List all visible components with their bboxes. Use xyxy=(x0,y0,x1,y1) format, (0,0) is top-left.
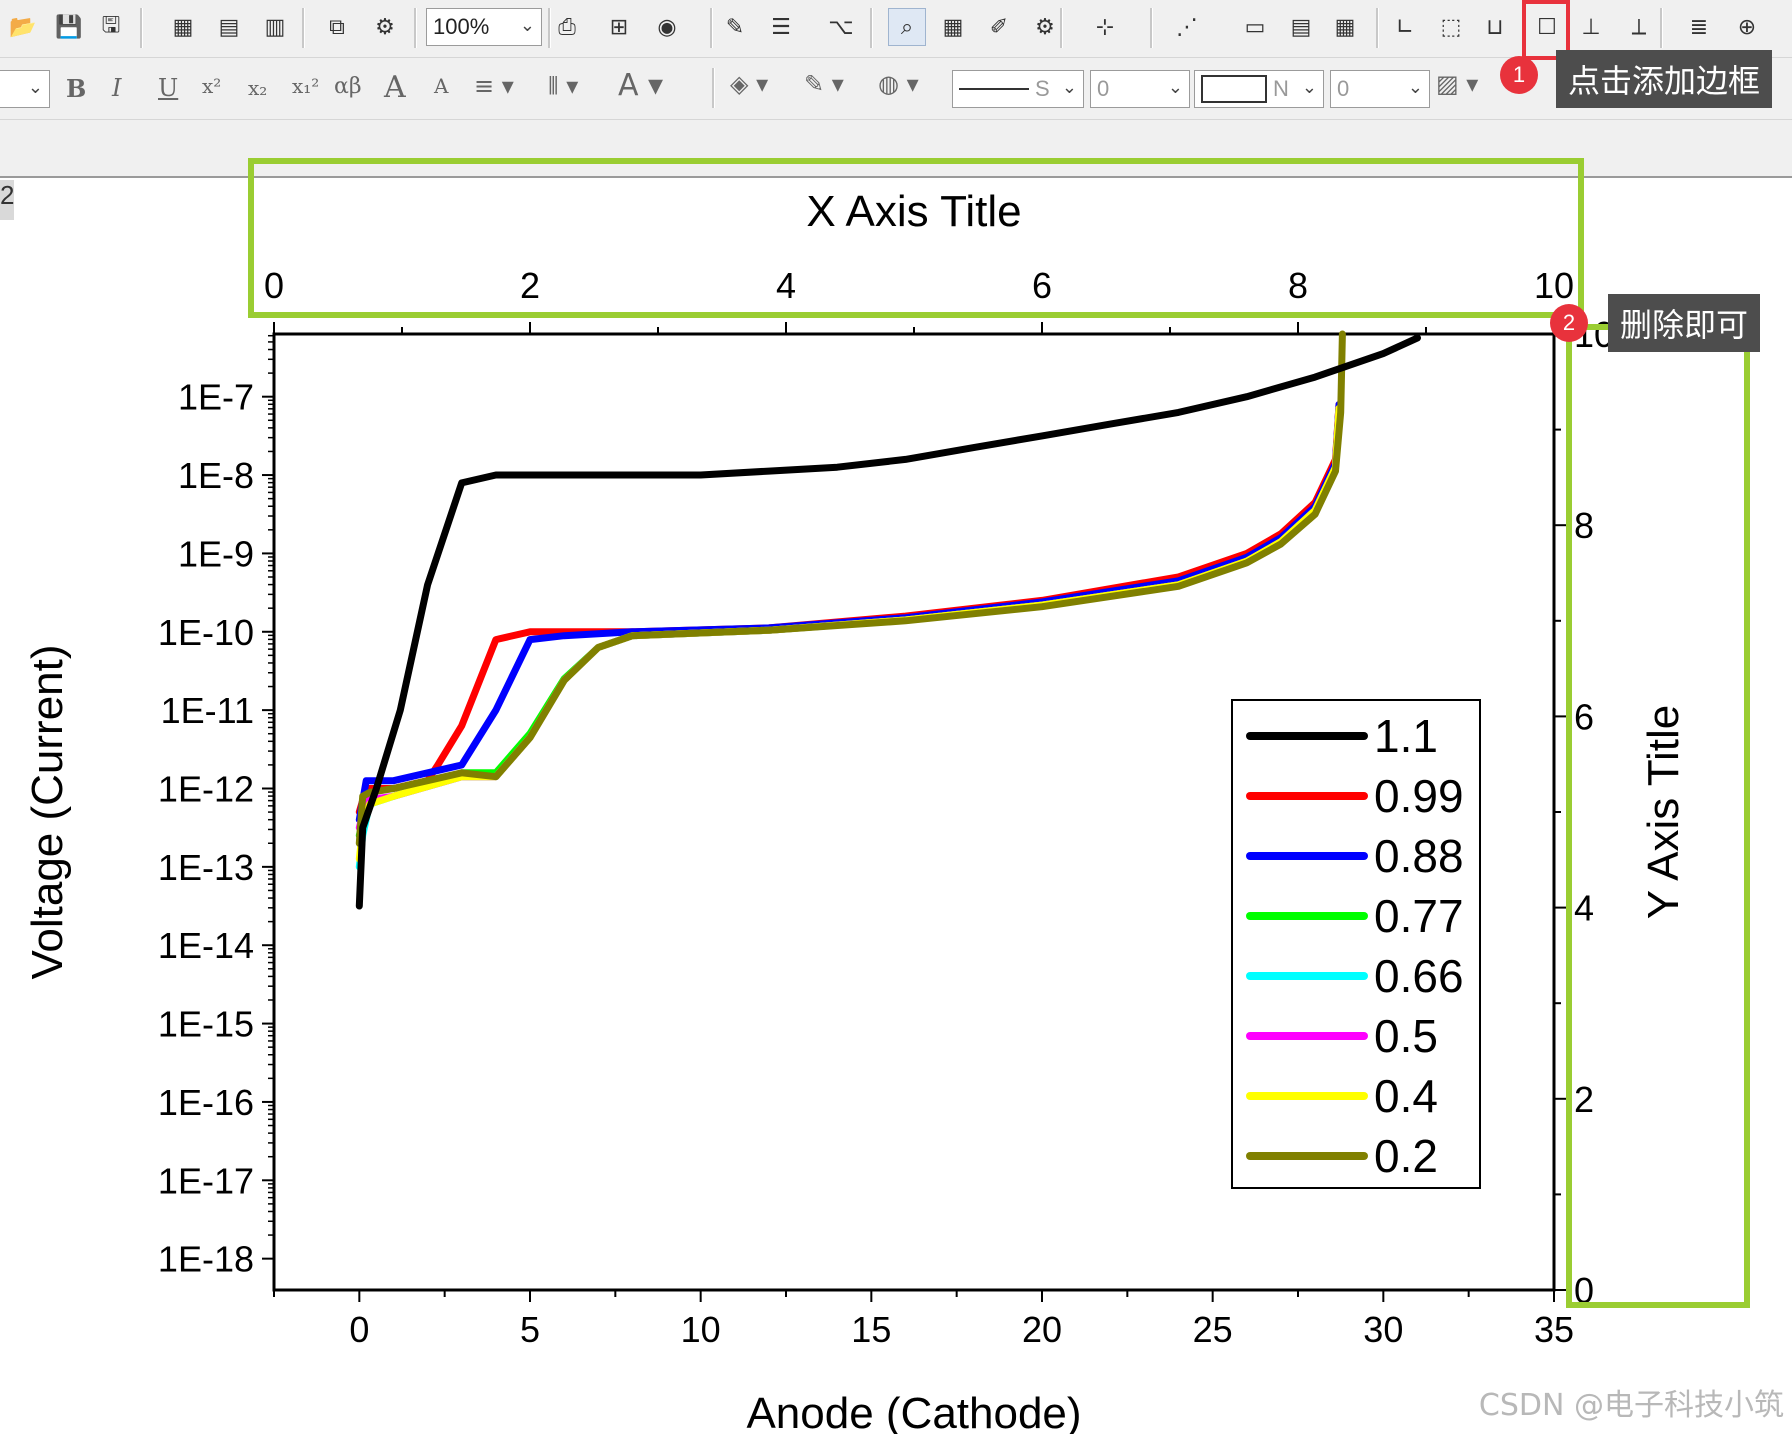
y-tick-label: 1E-9 xyxy=(178,533,254,574)
y-tick-label: 1E-7 xyxy=(178,377,254,418)
step-2-badge: 2 xyxy=(1550,304,1588,342)
y-tick-label: 1E-15 xyxy=(158,1004,254,1045)
x-tick-label: 35 xyxy=(1534,1309,1574,1350)
watermark: CSDN @电子科技小筑 xyxy=(1478,1388,1784,1423)
legend-label: 0.66 xyxy=(1374,950,1464,1002)
tooltip-add-border: 点击添加边框 xyxy=(1556,50,1773,108)
legend-label: 0.5 xyxy=(1374,1010,1438,1062)
x-tick-label: 5 xyxy=(520,1309,540,1350)
x-tick-label: 30 xyxy=(1363,1309,1403,1350)
x-tick-label: 15 xyxy=(851,1309,891,1350)
y-tick-label: 1E-13 xyxy=(158,847,254,888)
top-axis-highlight xyxy=(248,158,1584,318)
y-tick-label: 1E-18 xyxy=(158,1239,254,1280)
y-tick-label: 1E-16 xyxy=(158,1082,254,1123)
legend-label: 0.2 xyxy=(1374,1130,1438,1182)
y-axis-label[interactable]: Voltage (Current) xyxy=(23,644,72,979)
y-tick-label: 1E-10 xyxy=(158,612,254,653)
x-axis-label[interactable]: Anode (Cathode) xyxy=(746,1389,1081,1434)
y-tick-label: 1E-8 xyxy=(178,455,254,496)
x-tick-label: 10 xyxy=(681,1309,721,1350)
x-tick-label: 25 xyxy=(1193,1309,1233,1350)
y-tick-label: 1E-14 xyxy=(158,925,254,966)
legend-label: 0.4 xyxy=(1374,1070,1438,1122)
y-tick-label: 1E-11 xyxy=(161,690,254,731)
legend-label: 0.77 xyxy=(1374,890,1464,942)
tooltip-delete: 删除即可 xyxy=(1608,294,1761,352)
legend[interactable]: 1.1 0.99 0.88 0.77 0.66 0.5 0.4 0.2 xyxy=(1231,699,1481,1189)
left-axis: 1E-7 1E-8 1E-9 1E-10 1E-11 1E-12 1E-13 1E-14 1E-… xyxy=(158,334,274,1280)
legend-label: 1.1 xyxy=(1374,710,1438,762)
y-tick-label: 1E-17 xyxy=(158,1160,254,1201)
x-tick-label: 0 xyxy=(349,1309,369,1350)
step-1-badge: 1 xyxy=(1500,56,1538,94)
legend-label: 0.88 xyxy=(1374,830,1464,882)
right-axis-highlight xyxy=(1566,324,1750,1308)
x-tick-label: 20 xyxy=(1022,1309,1062,1350)
y-tick-label: 1E-12 xyxy=(158,768,254,809)
legend-label: 0.99 xyxy=(1374,770,1464,822)
bottom-axis: 0 5 10 15 20 25 30 35 xyxy=(273,1290,1574,1350)
